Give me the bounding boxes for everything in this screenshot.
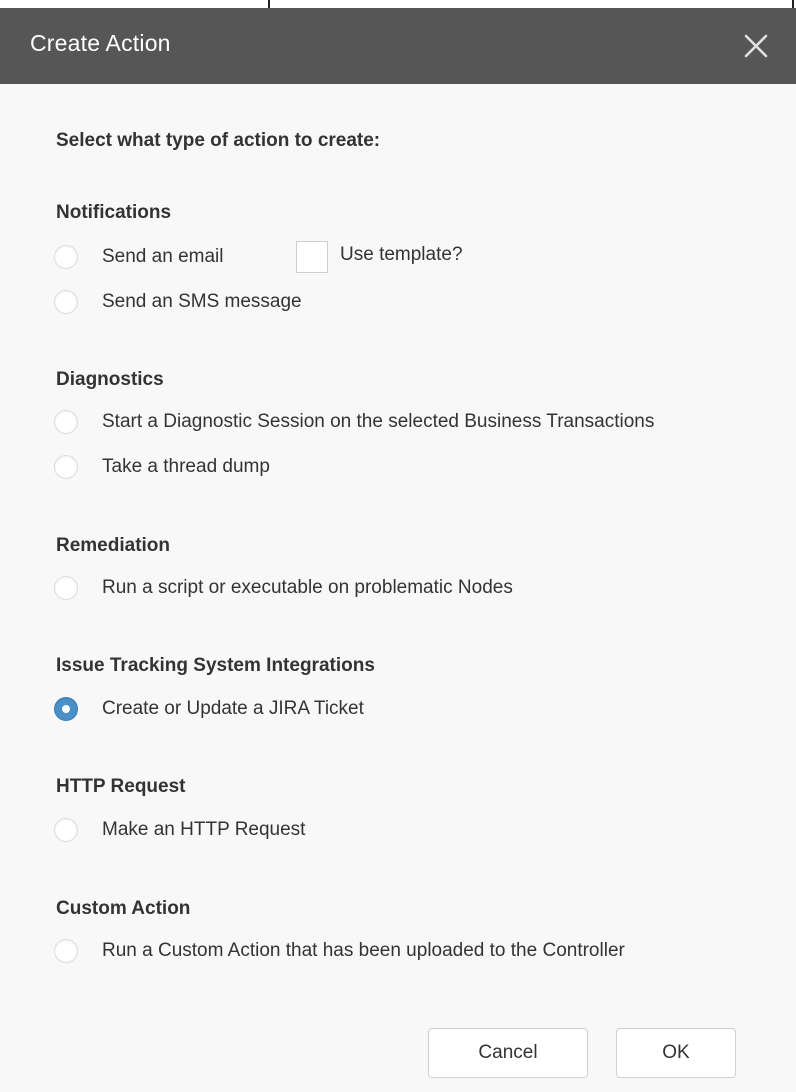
option-send-sms[interactable]: Send an SMS message xyxy=(54,287,302,317)
radio-button[interactable] xyxy=(54,818,78,842)
divider xyxy=(792,0,794,8)
option-label: Send an SMS message xyxy=(102,291,302,312)
divider xyxy=(268,0,270,8)
section-title-notifications: Notifications xyxy=(56,202,172,223)
option-send-email[interactable]: Send an email xyxy=(54,242,223,272)
option-label: Create or Update a JIRA Ticket xyxy=(102,698,364,719)
section-title-custom-action: Custom Action xyxy=(56,898,191,919)
radio-button[interactable] xyxy=(54,410,78,434)
option-label: Make an HTTP Request xyxy=(102,819,306,840)
radio-button[interactable] xyxy=(54,576,78,600)
section-title-http-request: HTTP Request xyxy=(56,776,186,797)
option-label: Run a script or executable on problemati… xyxy=(102,577,513,598)
option-label: Send an email xyxy=(102,246,224,267)
option-http-request[interactable]: Make an HTTP Request xyxy=(54,815,305,845)
use-template-label: Use template? xyxy=(340,244,463,265)
ok-button[interactable]: OK xyxy=(616,1028,736,1078)
option-jira-ticket[interactable]: Create or Update a JIRA Ticket xyxy=(54,694,364,724)
option-run-script[interactable]: Run a script or executable on problemati… xyxy=(54,573,513,603)
option-diagnostic-session[interactable]: Start a Diagnostic Session on the select… xyxy=(54,407,654,437)
close-icon-glyph xyxy=(744,34,768,58)
option-custom-action[interactable]: Run a Custom Action that has been upload… xyxy=(54,936,625,966)
prompt-text: Select what type of action to create: xyxy=(56,130,381,151)
cancel-button[interactable]: Cancel xyxy=(428,1028,588,1078)
radio-button-selected[interactable] xyxy=(54,697,78,721)
use-template-checkbox[interactable] xyxy=(296,241,328,273)
option-label: Take a thread dump xyxy=(102,456,270,477)
option-thread-dump[interactable]: Take a thread dump xyxy=(54,452,270,482)
radio-button[interactable] xyxy=(54,939,78,963)
section-title-remediation: Remediation xyxy=(56,535,171,556)
create-action-dialog: Create Action Select what type of action… xyxy=(0,0,796,1092)
dialog-titlebar: Create Action xyxy=(0,8,796,84)
section-title-diagnostics: Diagnostics xyxy=(56,369,164,390)
radio-button[interactable] xyxy=(54,245,78,269)
top-strip xyxy=(0,0,796,8)
close-icon[interactable] xyxy=(738,28,774,64)
option-label: Run a Custom Action that has been upload… xyxy=(102,940,625,961)
radio-button[interactable] xyxy=(54,455,78,479)
dialog-title: Create Action xyxy=(30,30,171,56)
option-label: Start a Diagnostic Session on the select… xyxy=(102,411,655,432)
radio-button[interactable] xyxy=(54,290,78,314)
section-title-issue-tracking: Issue Tracking System Integrations xyxy=(56,655,375,676)
